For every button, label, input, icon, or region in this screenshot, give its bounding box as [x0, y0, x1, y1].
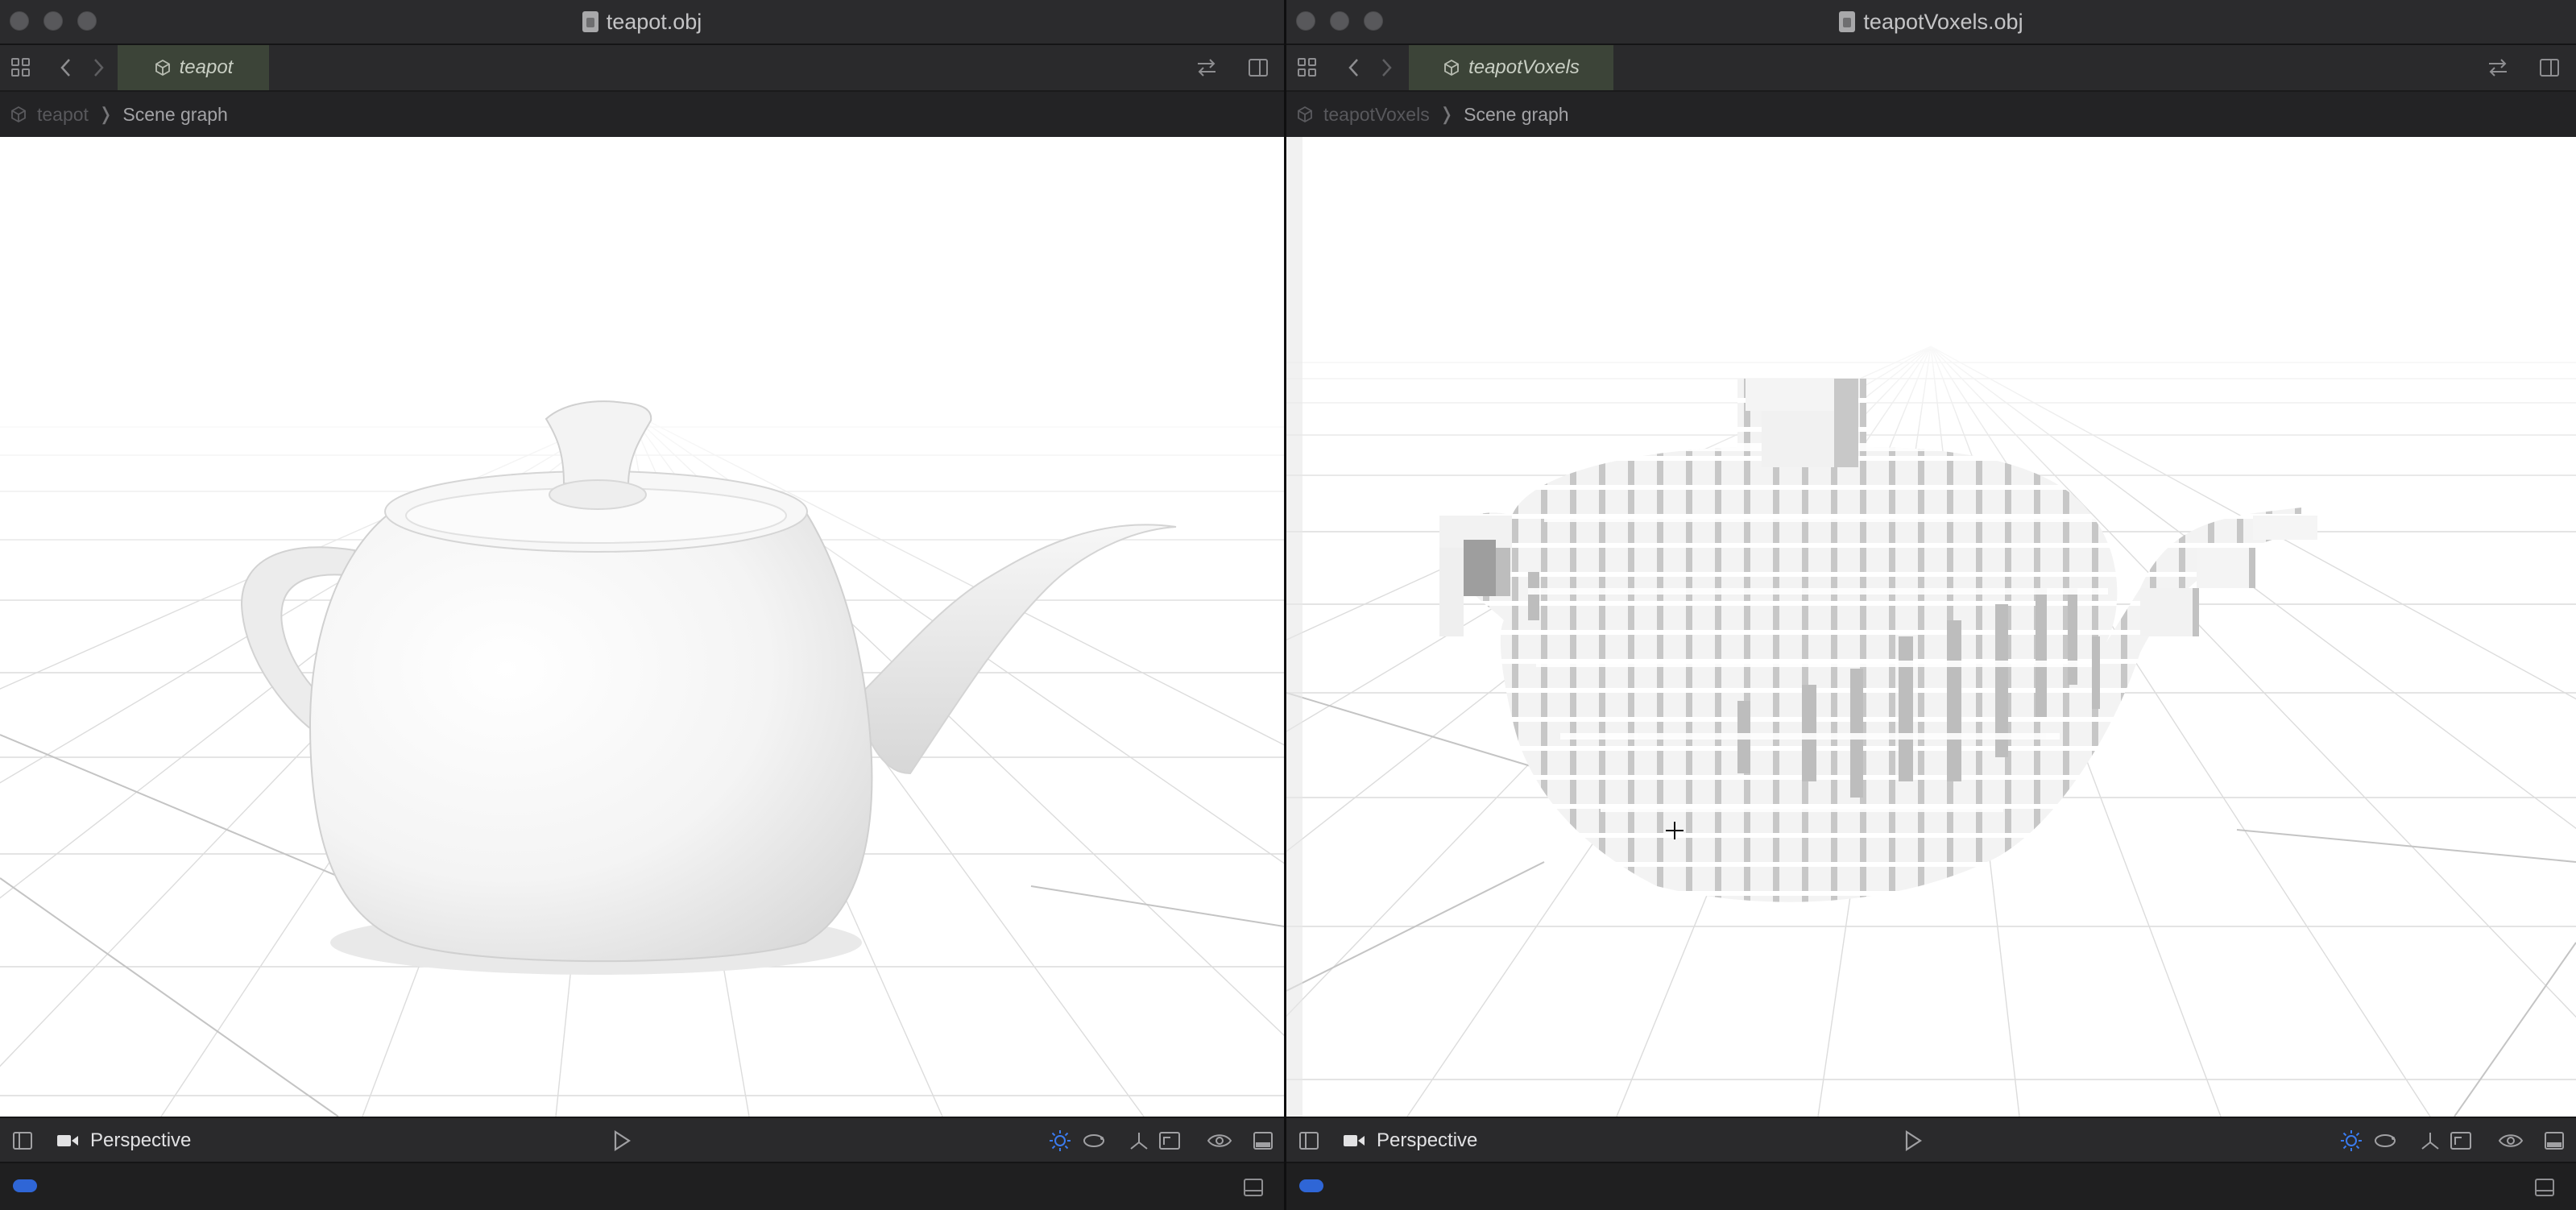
video-camera-icon: [1344, 1135, 1365, 1146]
breadcrumb-separator: ❭: [1439, 104, 1455, 124]
document-icon: [1839, 11, 1856, 32]
breadcrumb: teapotVoxels ❭ Scene graph: [1286, 92, 2576, 137]
status-bar: [1286, 1162, 2576, 1210]
panel-toggle-icon[interactable]: [1237, 1163, 1269, 1210]
play-icon[interactable]: [1897, 1118, 1929, 1163]
camera-mode-selector[interactable]: Perspective: [1343, 1118, 1477, 1163]
tab-label: teapotVoxels: [1468, 56, 1580, 78]
eye-icon[interactable]: [2495, 1118, 2527, 1163]
tab-label: teapot: [179, 56, 234, 78]
back-chevron-icon[interactable]: [1338, 45, 1370, 90]
cube-icon: [11, 106, 26, 123]
status-bar: [0, 1162, 1284, 1210]
breadcrumb-current[interactable]: Scene graph: [122, 104, 227, 126]
viewport-bottom-bar: Perspective: [1286, 1117, 2576, 1163]
breadcrumb: teapot ❭ Scene graph: [0, 92, 1284, 137]
sidebar-toggle-icon[interactable]: [6, 1118, 39, 1163]
title-bar[interactable]: teapot.obj: [0, 0, 1284, 45]
inspector-toggle-icon[interactable]: [1242, 45, 1274, 90]
breadcrumb-separator: ❭: [97, 104, 114, 124]
swap-arrows-icon[interactable]: [2482, 45, 2514, 90]
bottom-panel-icon[interactable]: [1247, 1118, 1279, 1163]
axes-icon[interactable]: [1123, 1118, 1155, 1163]
panel-toggle-icon[interactable]: [2528, 1163, 2561, 1210]
tab-teapot-voxels[interactable]: teapotVoxels: [1409, 45, 1613, 90]
toolbar: teapotVoxels: [1286, 45, 2576, 92]
swap-arrows-icon[interactable]: [1191, 45, 1223, 90]
viewer-window-left: teapot.obj teapot teapot ❭ Scene graph P…: [0, 0, 1284, 1210]
toolbar: teapot: [0, 45, 1284, 92]
breadcrumb-root[interactable]: teapotVoxels: [1323, 104, 1430, 126]
grid-view-icon[interactable]: [1291, 45, 1323, 90]
frame-icon[interactable]: [2445, 1118, 2477, 1163]
cube-icon: [1298, 106, 1312, 123]
forward-chevron-icon[interactable]: [82, 45, 114, 90]
sidebar-toggle-icon[interactable]: [1293, 1118, 1325, 1163]
environment-ring-icon[interactable]: [2369, 1118, 2401, 1163]
frame-icon[interactable]: [1153, 1118, 1186, 1163]
eye-icon[interactable]: [1203, 1118, 1236, 1163]
lighting-sun-icon[interactable]: [2335, 1118, 2367, 1163]
forward-chevron-icon[interactable]: [1370, 45, 1402, 90]
window-title: teapot.obj: [606, 9, 702, 34]
camera-mode-label: Perspective: [90, 1129, 192, 1151]
back-chevron-icon[interactable]: [50, 45, 82, 90]
tab-teapot[interactable]: teapot: [118, 45, 269, 90]
play-icon[interactable]: [606, 1118, 638, 1163]
bottom-panel-icon[interactable]: [2538, 1118, 2570, 1163]
document-icon: [582, 11, 598, 32]
scene-viewport[interactable]: [1286, 137, 2576, 1117]
camera-mode-label: Perspective: [1377, 1129, 1478, 1151]
camera-mode-selector[interactable]: Perspective: [56, 1118, 191, 1163]
cube-icon: [1444, 59, 1459, 77]
breadcrumb-current[interactable]: Scene graph: [1464, 104, 1568, 126]
inspector-toggle-icon[interactable]: [2533, 45, 2566, 90]
cube-icon: [155, 59, 170, 77]
environment-ring-icon[interactable]: [1078, 1118, 1110, 1163]
viewer-window-right: teapotVoxels.obj teapotVoxels teapotVoxe…: [1286, 0, 2576, 1210]
scene-viewport[interactable]: [0, 137, 1284, 1117]
window-title: teapotVoxels.obj: [1863, 9, 2023, 34]
status-indicator-pill: [1299, 1179, 1323, 1192]
video-camera-icon: [57, 1135, 78, 1146]
grid-view-icon[interactable]: [5, 45, 37, 90]
title-bar[interactable]: teapotVoxels.obj: [1286, 0, 2576, 45]
breadcrumb-root[interactable]: teapot: [37, 104, 89, 126]
status-indicator-pill: [13, 1179, 37, 1192]
lighting-sun-icon[interactable]: [1044, 1118, 1076, 1163]
viewport-bottom-bar: Perspective: [0, 1117, 1284, 1163]
axes-icon[interactable]: [2414, 1118, 2446, 1163]
